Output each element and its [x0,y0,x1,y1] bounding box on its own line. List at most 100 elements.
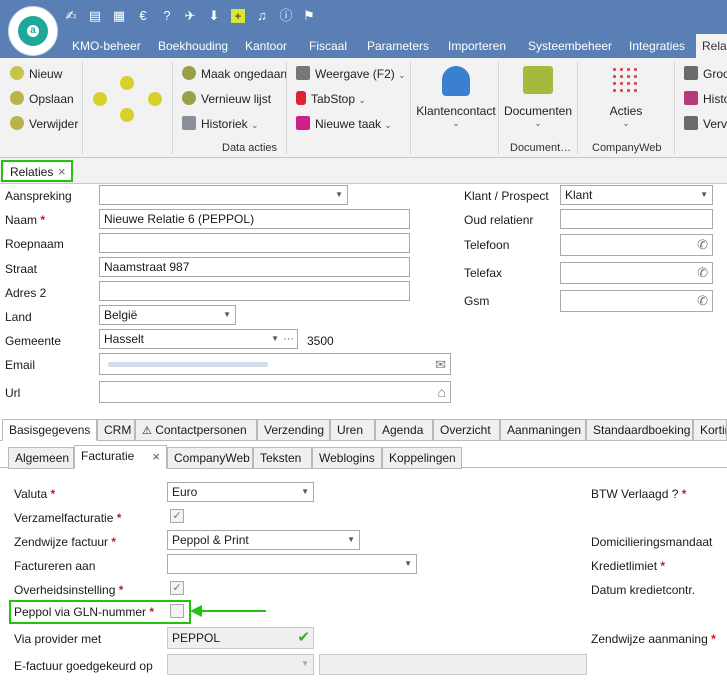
home-icon[interactable]: ⌂ [438,383,446,401]
tab-verzending[interactable]: Verzending [257,419,330,441]
nav-tab-systeembeheer[interactable]: Systeembeheer [528,34,612,58]
nav-tab-kmo-beheer[interactable]: KMO-beheer [72,34,141,58]
subtab-teksten[interactable]: Teksten [253,447,312,469]
tab-agenda[interactable]: Agenda [375,419,433,441]
phone-icon[interactable]: ✆ [697,292,708,310]
tab-overzicht[interactable]: Overzicht [433,419,500,441]
nav-tab-importeren[interactable]: Importeren [448,34,506,58]
zendwijze-factuur-select[interactable]: Peppol & Print ▼ [167,530,360,550]
nav-tab-integraties[interactable]: Integraties [629,34,685,58]
efactuur-extra-input[interactable] [319,654,587,675]
tab-aanmaningen[interactable]: Aanmaningen [500,419,586,441]
label-zendwijze-factuur: Zendwijze factuur * [14,535,117,549]
new-icon [10,66,24,80]
tab-basisgegevens[interactable]: Basisgegevens [2,419,97,441]
ribbon-right-button-3[interactable]: Verva [684,115,727,133]
label-oud-relatienr: Oud relatienr [464,213,534,227]
postcode-value: 3500 [307,334,334,348]
factureren-aan-select[interactable]: ▼ [167,554,417,574]
download-icon[interactable]: ⬇ [205,8,223,24]
help-icon[interactable]: ? [158,8,176,24]
doc-tab-relaties[interactable]: Relaties × [1,160,73,182]
url-input[interactable]: ⌂ [99,381,451,403]
roepnaam-input[interactable] [99,233,410,253]
book-icon[interactable]: ▤ [86,8,104,24]
via-provider-input[interactable]: PEPPOL ✔ [167,627,314,649]
efactuur-date-select[interactable]: ▼ [167,654,314,675]
refresh-icon [182,91,196,105]
overheidsinstelling-checkbox[interactable]: ✓ [170,581,184,595]
tab-standaardboeking[interactable]: Standaardboeking [586,419,693,441]
straat-input[interactable]: Naamstraat 987 [99,257,410,277]
info-icon[interactable]: ⓘ [277,8,295,24]
label-overheidsinstelling: Overheidsinstelling * [14,583,124,597]
subtab-facturatie[interactable]: Facturatie × [74,445,167,469]
nav-tab-parameters[interactable]: Parameters [367,34,429,58]
nav-down-icon[interactable] [120,108,134,122]
verzamelfacturatie-checkbox[interactable]: ✓ [170,509,184,523]
klant-prospect-select[interactable]: Klant ▼ [560,185,713,205]
ribbon-right-button-1[interactable]: Groo [684,65,727,83]
flag-icon[interactable]: ⚑ [300,8,318,24]
adres2-input[interactable] [99,281,410,301]
undo-button[interactable]: Maak ongedaan [182,65,287,83]
telefoon-input[interactable]: ✆ [560,234,713,256]
tab-crm[interactable]: CRM [97,419,135,441]
nav-first-icon[interactable] [93,92,107,106]
subtab-algemeen[interactable]: Algemeen [8,447,74,469]
save-button[interactable]: Opslaan [10,90,74,108]
telefax-input[interactable]: ✆ [560,262,713,284]
traffic-light-icon [296,91,306,105]
ribbon-separator [577,62,578,154]
valuta-select[interactable]: Euro ▼ [167,482,314,502]
nav-tab-kantoor[interactable]: Kantoor [245,34,287,58]
close-icon[interactable]: × [152,447,160,467]
add-icon[interactable]: + [229,8,247,24]
group-label-documenten: Document… [510,142,572,154]
tab-contactpersonen[interactable]: ⚠ Contactpersonen [135,419,257,441]
phone-icon[interactable]: ✆ [697,236,708,254]
nav-tab-relaties[interactable]: Rela [696,34,727,58]
delete-button[interactable]: Verwijder [10,115,78,133]
subtab-weblogins[interactable]: Weblogins [312,447,382,469]
subtab-koppelingen[interactable]: Koppelingen [382,447,462,469]
gsm-input[interactable]: ✆ [560,290,713,312]
label-straat: Straat [5,262,38,276]
view-button[interactable]: Weergave (F2) ⌄ [296,65,406,83]
mail-icon[interactable]: ✉ [435,356,446,374]
new-task-button[interactable]: Nieuwe taak ⌄ [296,115,392,133]
subtab-companyweb[interactable]: CompanyWeb [167,447,253,469]
naam-input[interactable]: Nieuwe Relatie 6 (PEPPOL) [99,209,410,229]
checkmark-icon: ✔ [297,629,310,646]
documents-button[interactable]: Documenten ⌄ [502,66,574,129]
ribbon-right-button-2[interactable]: Histo [684,90,727,108]
nav-up-icon[interactable] [120,76,134,90]
tabstop-button[interactable]: TabStop ⌄ [296,90,366,108]
aanspreking-select[interactable]: ▼ [99,185,348,205]
email-input[interactable]: ✉ [99,353,451,375]
currency-icon[interactable]: € [134,8,152,24]
peppol-gln-checkbox[interactable] [170,604,184,618]
oud-relatienr-input[interactable] [560,209,713,229]
handshake-icon[interactable]: ✍ [62,8,80,24]
nav-tab-boekhouding[interactable]: Boekhouding [158,34,228,58]
land-select[interactable]: België ▼ [99,305,236,325]
gemeente-select[interactable]: Hasselt ▼ ··· [99,329,298,349]
nav-tab-fiscaal[interactable]: Fiscaal [309,34,347,58]
customer-contact-button[interactable]: Klantencontact ⌄ [416,66,496,129]
new-button[interactable]: Nieuw [10,65,62,83]
group-label-companyweb: CompanyWeb [592,142,662,154]
calculator-icon[interactable]: ▦ [110,8,128,24]
nav-last-icon[interactable] [148,92,162,106]
tab-kortingen[interactable]: Kortin [693,419,727,441]
phone-icon[interactable]: ✆ [697,264,708,282]
tab-uren[interactable]: Uren [330,419,375,441]
close-icon[interactable]: × [58,164,66,179]
app-logo[interactable]: a [8,6,58,56]
actions-button[interactable]: Acties ⌄ [584,66,668,129]
pin-icon[interactable]: ✈ [181,8,199,24]
ellipsis-icon[interactable]: ··· [283,330,294,348]
bell-icon[interactable]: ♫ [253,8,271,24]
refresh-list-button[interactable]: Vernieuw lijst [182,90,271,108]
history-button[interactable]: Historiek ⌄ [182,115,259,133]
